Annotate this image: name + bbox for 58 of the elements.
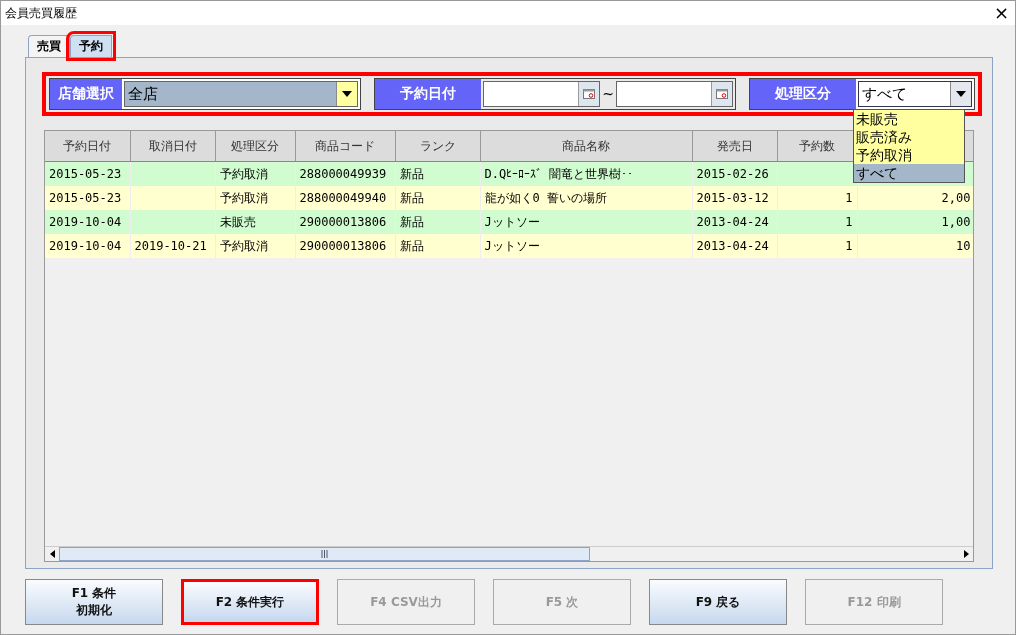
status-label: 処理区分 <box>750 79 856 109</box>
table-cell: 新品 <box>399 238 424 253</box>
table-cell: 2013-04-24 <box>696 215 769 229</box>
table-cell: 288000049939 <box>299 167 387 181</box>
table-cell: 290000013806 <box>299 239 387 253</box>
table-cell: 予約取消 <box>219 166 268 181</box>
table-cell: 2019-10-04 <box>49 239 122 253</box>
date-label: 予約日付 <box>375 79 482 109</box>
table-cell: D.Qﾋｰﾛｰｽﾞ 闇竜と世界樹･･ <box>484 166 634 181</box>
dropdown-option[interactable]: 販売済み <box>854 128 964 146</box>
grip-icon <box>321 550 328 558</box>
table-cell: 新品 <box>399 190 424 205</box>
table-cell: 2015-05-23 <box>49 191 122 205</box>
column-header[interactable]: 商品名称 <box>562 138 610 153</box>
table-cell: 1,00 <box>941 215 971 229</box>
window-title: 会員売買履歴 <box>5 4 77 22</box>
function-key-button[interactable]: F2 条件実行 <box>181 579 319 625</box>
range-separator: ~ <box>602 85 614 104</box>
scroll-right-icon[interactable] <box>963 550 969 558</box>
function-key-button[interactable]: F9 戻る <box>649 579 787 625</box>
table-cell: 10 <box>956 239 971 253</box>
date-from-field[interactable] <box>483 81 601 107</box>
table-cell: 2015-02-26 <box>696 167 769 181</box>
table-cell: 予約取消 <box>219 238 268 253</box>
table-cell: 288000049940 <box>299 191 387 205</box>
calendar-icon[interactable] <box>710 82 732 106</box>
function-key-button[interactable]: F1 条件 初期化 <box>25 579 163 625</box>
table-cell: 2019-10-21 <box>134 239 207 253</box>
dropdown-option[interactable]: 未販売 <box>854 110 964 128</box>
calendar-icon[interactable] <box>578 82 600 106</box>
table-cell: 2019-10-04 <box>49 215 122 229</box>
table-cell: 新品 <box>399 214 424 229</box>
date-to-field[interactable] <box>615 81 733 107</box>
table-cell: 1 <box>845 215 853 229</box>
scroll-left-icon[interactable] <box>49 550 55 558</box>
store-label: 店舗選択 <box>50 79 122 109</box>
table-cell: 予約取消 <box>219 190 268 205</box>
store-dropdown[interactable]: 全店 <box>124 81 358 107</box>
table-cell: 2015-03-12 <box>696 191 769 205</box>
table-cell: 1 <box>845 239 853 253</box>
table-cell: 2013-04-24 <box>696 239 769 253</box>
table-cell: 龍が如く0 誓いの場所 <box>484 190 607 205</box>
horizontal-scrollbar[interactable] <box>45 546 973 561</box>
table-cell: 未販売 <box>219 214 256 229</box>
table-cell: 290000013806 <box>299 215 387 229</box>
tab[interactable]: 売買 <box>28 35 70 57</box>
table-cell: Jットソー <box>484 214 540 229</box>
table-cell: 新品 <box>399 166 424 181</box>
table-cell: 1 <box>845 191 853 205</box>
table-cell: 2,00 <box>941 191 971 205</box>
status-dropdown[interactable]: すべて <box>858 81 972 107</box>
table-cell: Jットソー <box>484 238 540 253</box>
caret-icon <box>336 82 357 106</box>
caret-icon <box>950 82 971 106</box>
dropdown-option[interactable]: 予約取消 <box>854 146 964 164</box>
table-cell: 2015-05-23 <box>49 167 122 181</box>
close-button[interactable]: × <box>993 4 1009 22</box>
dropdown-option[interactable]: すべて <box>854 164 964 182</box>
